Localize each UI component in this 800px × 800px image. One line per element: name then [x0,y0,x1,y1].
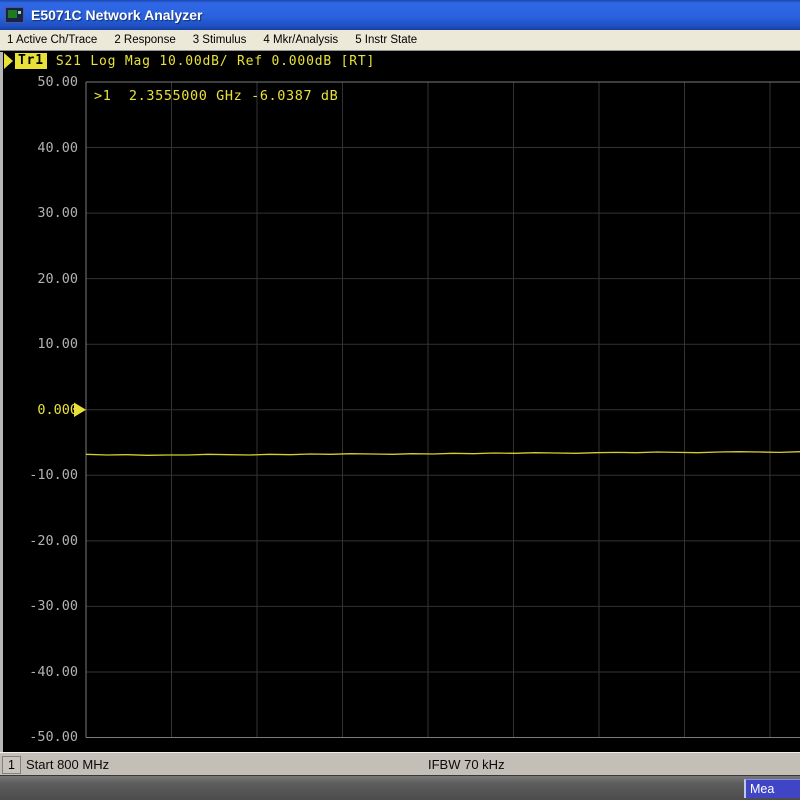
taskbar: Mea [0,775,800,800]
trace1-label[interactable]: Tr1 [15,53,47,69]
meas-taskbar-button[interactable]: Mea [744,779,800,798]
start-frequency-label: Start 800 MHz [26,757,109,772]
y-tick-30: 30.00 [0,204,78,222]
ifbw-label: IFBW 70 kHz [428,757,505,772]
active-trace-arrow-icon [4,53,13,69]
y-tick-m30: -30.00 [0,597,78,615]
vna-application-window: E5071C Network Analyzer 1 Active Ch/Trac… [0,0,800,800]
y-tick-10: 10.00 [0,335,78,353]
trace1-settings: S21 Log Mag 10.00dB/ Ref 0.000dB [RT] [56,54,375,69]
y-tick-50: 50.00 [0,73,78,91]
y-tick-m40: -40.00 [0,663,78,681]
grid-lines [86,82,800,738]
s21-trace [86,452,800,456]
status-bar: 1 Start 800 MHz IFBW 70 kHz [0,752,800,775]
y-tick-20: 20.00 [0,270,78,288]
trace-status-line: Tr1 S21 Log Mag 10.00dB/ Ref 0.000dB [RT… [4,52,375,70]
y-tick-m10: -10.00 [0,466,78,484]
channel-indicator: 1 [2,756,21,774]
y-tick-m20: -20.00 [0,532,78,550]
marker1-readout: >1 2.3555000 GHz -6.0387 dB [94,88,338,104]
y-tick-m50: -50.00 [0,728,78,746]
y-tick-ref-0: 0.000 [0,401,78,419]
graticule-plot [0,0,800,800]
y-tick-40: 40.00 [0,139,78,157]
